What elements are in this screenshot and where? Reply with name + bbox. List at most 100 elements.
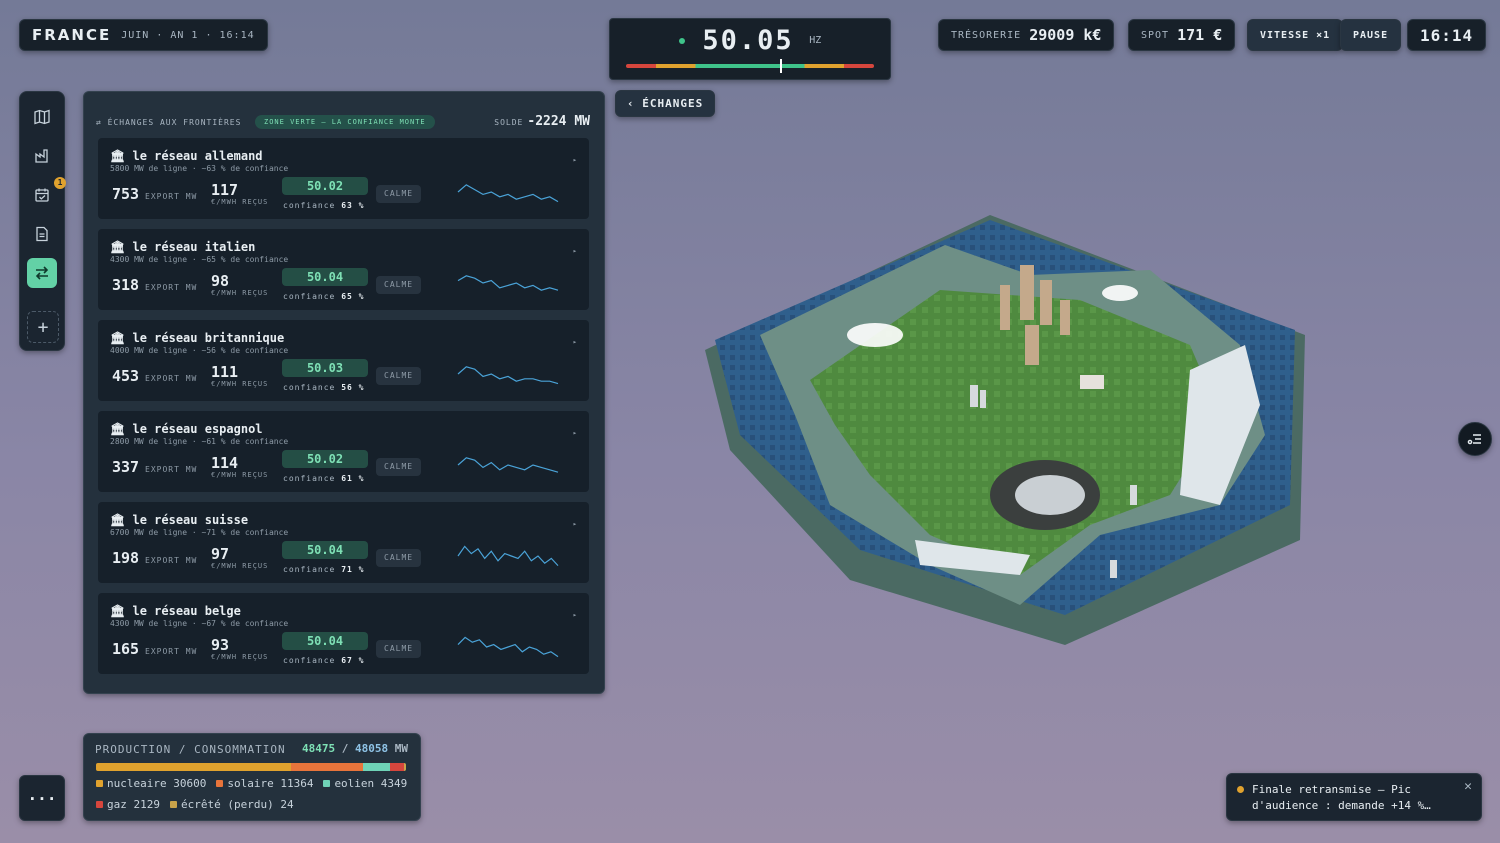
price-value: 98 [211, 272, 230, 290]
confidence: confiance 67 % [283, 656, 364, 665]
export-label: EXPORT MW [145, 556, 198, 565]
speed-button[interactable]: VITESSE ×1 [1247, 19, 1344, 51]
game-map[interactable] [700, 205, 1310, 645]
price-value: 114 [211, 454, 239, 472]
sparkline [457, 545, 559, 567]
panel-header: ⇄ ÉCHANGES AUX FRONTIÈRES ZONE VERTE — L… [96, 114, 590, 134]
line-capacity: 4300 MW de ligne · ~65 % de confiance [110, 255, 289, 264]
spot-chip: SPOT 171 € [1128, 19, 1236, 51]
sparkline [457, 184, 559, 203]
exchange-icon [35, 266, 49, 280]
panel-title: ⇄ ÉCHANGES AUX FRONTIÈRES [96, 118, 242, 127]
factory-icon [35, 149, 48, 163]
sidebar-item-production[interactable] [27, 141, 57, 171]
notification-toast: Finale retransmise — Pic d'audience : de… [1226, 773, 1482, 821]
map-filter-button[interactable] [1458, 422, 1492, 456]
line-capacity: 2800 MW de ligne · ~61 % de confiance [110, 437, 289, 446]
expand-arrow-icon[interactable]: ▸ [573, 611, 577, 619]
map-icon [34, 109, 50, 125]
line-capacity: 6700 MW de ligne · ~71 % de confiance [110, 528, 289, 537]
exchange-card[interactable]: 🏛 le réseau italien 4300 MW de ligne · ~… [98, 229, 589, 310]
price-label: €/MWH REÇUS [211, 198, 269, 206]
export-label: EXPORT MW [145, 465, 198, 474]
pause-button[interactable]: PAUSE [1340, 19, 1402, 51]
exchange-card[interactable]: 🏛 le réseau suisse 6700 MW de ligne · ~7… [98, 502, 589, 583]
legend-label: eolien 4349 [334, 777, 408, 790]
export-value: 165 [112, 640, 140, 658]
legend-item: eolien 4349 [323, 777, 407, 790]
notification-badge: 1 [54, 177, 66, 189]
export-value: 337 [112, 458, 140, 476]
exchange-card[interactable]: 🏛 le réseau britannique 4000 MW de ligne… [98, 320, 589, 401]
status-badge: CALME [376, 367, 422, 385]
expand-arrow-icon[interactable]: ▸ [573, 338, 577, 346]
production-title: PRODUCTION / CONSOMMATION [95, 743, 286, 756]
confidence: confiance 61 % [283, 474, 364, 483]
export-value: 318 [112, 276, 140, 294]
production-panel: PRODUCTION / CONSOMMATION 48475 / 48058 … [83, 733, 421, 821]
calendar-icon [35, 188, 49, 202]
expand-arrow-icon[interactable]: ▸ [573, 247, 577, 255]
country-name: FRANCE [32, 26, 112, 44]
sidebar-item-reports[interactable] [27, 219, 57, 249]
confidence-value: 56 % [341, 383, 365, 392]
exchange-partner-name: 🏛 le réseau espagnol [110, 422, 263, 436]
partner-frequency: 50.04 [282, 541, 368, 559]
balance: SOLDE -2224 MW [494, 114, 590, 129]
more-menu-button[interactable]: ··· [19, 775, 65, 821]
bank-icon: 🏛 [110, 149, 133, 163]
confidence-value: 65 % [341, 292, 365, 301]
exchanges-back-button[interactable]: ‹ ÉCHANGES [615, 90, 716, 117]
spot-value: 171 € [1177, 26, 1223, 44]
price-value: 111 [211, 363, 239, 381]
status-badge: CALME [376, 549, 422, 567]
legend-swatch [216, 780, 224, 787]
export-value: 753 [112, 185, 140, 203]
legend-item: gaz 2129 [96, 798, 160, 811]
legend-label: nucleaire 30600 [107, 777, 207, 790]
balance-value: -2224 MW [527, 114, 590, 129]
line-capacity: 4300 MW de ligne · ~67 % de confiance [110, 619, 289, 628]
status-badge: CALME [376, 276, 422, 294]
zone-badge: ZONE VERTE — LA CONFIANCE MONTE [255, 115, 435, 129]
bank-icon: 🏛 [110, 240, 133, 254]
notification-text: Finale retransmise — Pic d'audience : de… [1252, 783, 1431, 812]
production-mix-bar [96, 763, 406, 771]
exchange-card[interactable]: 🏛 le réseau allemand 5800 MW de ligne · … [98, 138, 589, 219]
price-value: 117 [211, 181, 239, 199]
sparkline [457, 366, 559, 385]
frequency-needle [780, 59, 782, 73]
expand-arrow-icon[interactable]: ▸ [573, 520, 577, 528]
export-label: EXPORT MW [145, 647, 198, 656]
spot-label: SPOT [1141, 29, 1170, 41]
sidebar-add-button[interactable]: + [27, 311, 59, 343]
bank-icon: 🏛 [110, 604, 133, 618]
confidence-value: 71 % [341, 565, 365, 574]
legend-swatch [323, 780, 331, 787]
partner-frequency: 50.04 [282, 632, 368, 650]
production-value: 48475 [302, 742, 336, 755]
exchange-card[interactable]: 🏛 le réseau espagnol 2800 MW de ligne · … [98, 411, 589, 492]
price-label: €/MWH REÇUS [211, 471, 269, 479]
expand-arrow-icon[interactable]: ▸ [573, 429, 577, 437]
legend-item: écrêté (perdu) 24 [169, 798, 294, 811]
sidebar: 1 + [19, 91, 66, 351]
legend-label: solaire 11364 [227, 777, 314, 790]
price-value: 93 [211, 636, 230, 654]
production-segment [390, 763, 405, 771]
sidebar-item-exchanges[interactable] [27, 258, 57, 288]
confidence-value: 67 % [341, 656, 365, 665]
partner-name-text: le réseau allemand [132, 149, 263, 163]
partner-frequency: 50.04 [282, 268, 368, 286]
status-badge: CALME [376, 458, 422, 476]
price-label: €/MWH REÇUS [211, 653, 269, 661]
exchange-card[interactable]: 🏛 le réseau belge 4300 MW de ligne · ~67… [98, 593, 589, 674]
close-icon[interactable]: ✕ [1464, 779, 1472, 794]
exchange-partner-name: 🏛 le réseau belge [110, 604, 241, 618]
expand-arrow-icon[interactable]: ▸ [573, 156, 577, 164]
sidebar-item-calendar[interactable]: 1 [27, 177, 66, 210]
line-capacity: 4000 MW de ligne · ~56 % de confiance [110, 346, 289, 355]
sidebar-item-map[interactable] [27, 102, 57, 132]
clock: 16:14 [1407, 19, 1487, 51]
price-label: €/MWH REÇUS [211, 380, 269, 388]
